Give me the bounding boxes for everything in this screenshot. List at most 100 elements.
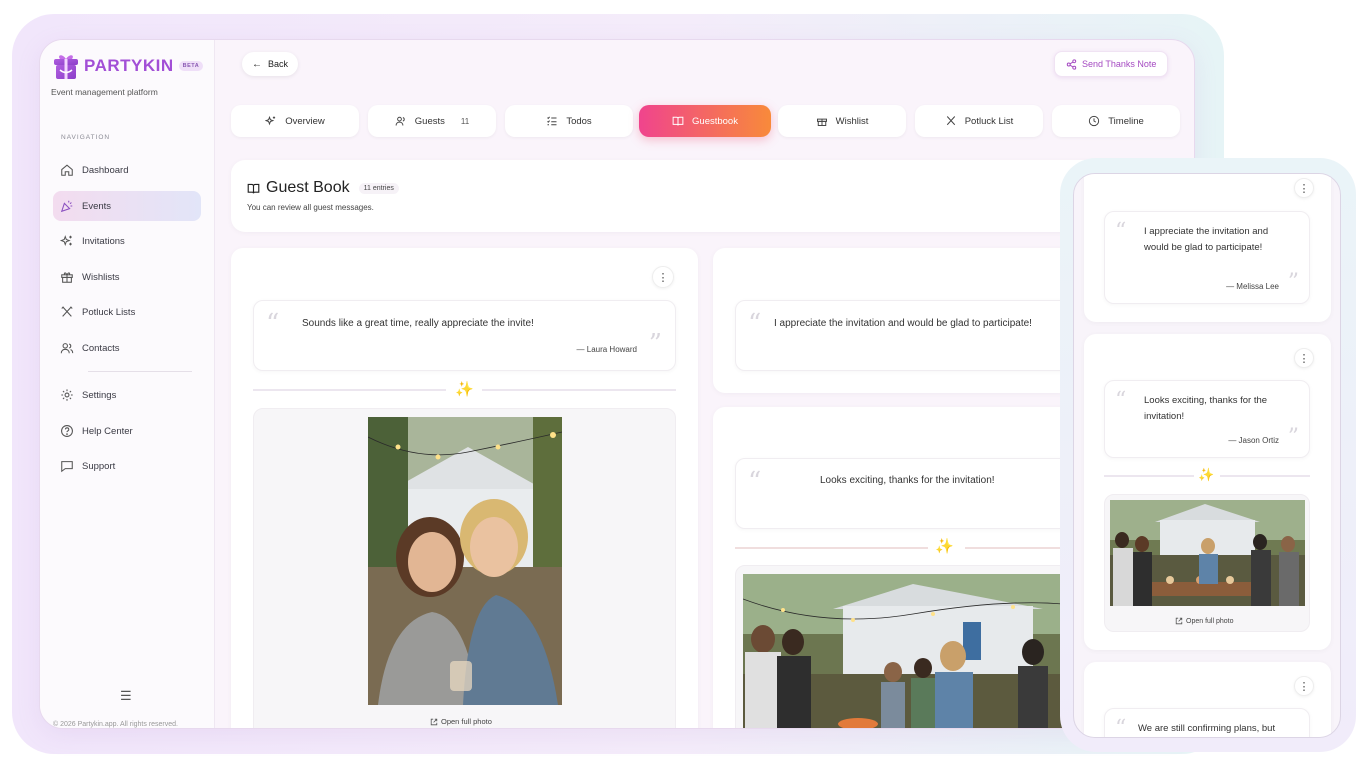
sidebar-item-label: Settings (82, 389, 117, 401)
sparkle-icon: ✨ (935, 538, 954, 555)
message-icon (61, 461, 73, 473)
send-thanks-button[interactable]: Send Thanks Note (1054, 51, 1169, 77)
mobile-entry-card: ⋮ “ Looks exciting, thanks for the invit… (1084, 334, 1331, 650)
divider (253, 389, 446, 391)
mobile-entry-card: ⋮ “ I appreciate the invitation and woul… (1084, 174, 1331, 322)
more-options-button[interactable]: ⋮ (1294, 178, 1314, 198)
quote-open-icon: “ (1115, 388, 1127, 413)
divider (965, 547, 1073, 549)
tab-label: Todos (566, 115, 592, 127)
guest-photo[interactable] (743, 574, 1063, 729)
page-title: Guest Book 11 entries (247, 179, 399, 197)
app-name: PARTYKIN (84, 56, 174, 75)
sidebar-item-label: Events (82, 200, 112, 212)
tab-potluck-list[interactable]: Potluck List (915, 105, 1043, 137)
entry-author: — Melissa Lee (1226, 282, 1279, 291)
message-quote: “ Sounds like a great time, really appre… (253, 300, 676, 371)
quote-open-icon: “ (748, 309, 762, 339)
guestbook-entry-card: ⋮ “ Sounds like a great time, really app… (231, 248, 698, 728)
guest-photo[interactable] (368, 417, 562, 705)
guestbook-title: Guest Book (266, 179, 350, 196)
more-options-button[interactable]: ⋮ (1294, 676, 1314, 696)
open-full-photo-link[interactable]: Open full photo (430, 717, 492, 726)
tab-overview[interactable]: Overview (231, 105, 359, 137)
back-label: Back (268, 59, 289, 69)
sidebar-item-dashboard[interactable]: Dashboard (53, 155, 201, 185)
share-icon (1066, 58, 1077, 70)
sparkle-icon: ✨ (455, 381, 474, 398)
sidebar-item-potluck-lists[interactable]: Potluck Lists (53, 297, 201, 327)
tab-todos[interactable]: Todos (505, 105, 633, 137)
entry-message: I appreciate the invitation and would be… (1144, 226, 1269, 253)
sidebar-item-invitations[interactable]: Invitations (53, 226, 201, 256)
tab-label: Wishlist (835, 115, 869, 127)
more-options-button[interactable]: ⋮ (1294, 348, 1314, 368)
message-quote: “ Looks exciting, thanks for the invitat… (735, 458, 1095, 529)
sidebar-item-events[interactable]: Events (53, 191, 201, 221)
users-icon (60, 343, 74, 354)
divider (1220, 475, 1310, 477)
sidebar-item-label: Wishlists (82, 271, 120, 283)
mobile-entry-card: ⋮ “ We are still confirming plans, but (1084, 662, 1331, 738)
message-quote: “ I appreciate the invitation and would … (735, 300, 1095, 371)
home-icon (61, 164, 73, 176)
guestbook-subtitle: You can review all guest messages. (247, 203, 374, 212)
tab-label: Guests (414, 115, 445, 127)
tab-guests[interactable]: Guests 11 (368, 105, 496, 137)
guest-photo[interactable] (1110, 500, 1305, 606)
entry-author: — Jason Ortiz (1228, 436, 1279, 445)
message-quote: “ Looks exciting, thanks for the invitat… (1104, 380, 1310, 458)
entry-message: We are still confirming plans, but (1138, 723, 1276, 734)
sparkles-icon (265, 115, 276, 126)
sidebar-item-contacts[interactable]: Contacts (53, 333, 201, 363)
open-full-photo-link[interactable]: Open full photo (1175, 617, 1233, 625)
quote-open-icon: “ (748, 467, 762, 497)
photo-frame: Open full photo (253, 408, 676, 728)
sidebar-item-wishlists[interactable]: Wishlists (53, 262, 201, 292)
quote-open-icon: “ (266, 309, 280, 339)
quote-close-icon: ” (648, 329, 662, 359)
gift-icon (61, 272, 73, 283)
external-link-icon (1175, 617, 1183, 625)
nav-section-title: NAVIGATION (61, 134, 111, 141)
beta-badge: BETA (178, 61, 204, 71)
guestbook-entry-card: “ Looks exciting, thanks for the invitat… (713, 407, 1095, 728)
mobile-device: ⋮ “ I appreciate the invitation and woul… (1060, 158, 1356, 752)
back-button[interactable]: ← Back (242, 52, 299, 76)
sidebar-item-label: Dashboard (82, 164, 129, 176)
logo[interactable]: PARTYKIN BETA (53, 52, 204, 80)
photo-frame (735, 565, 1095, 729)
hamburger-icon[interactable]: ☰ (120, 688, 132, 704)
tab-guestbook[interactable]: Guestbook (639, 105, 771, 137)
sidebar-item-support[interactable]: Support (53, 451, 201, 481)
arrow-left-icon: ← (252, 58, 262, 70)
more-options-button[interactable]: ⋮ (652, 266, 674, 288)
utensils-icon (61, 306, 73, 317)
sidebar-item-label: Contacts (82, 342, 120, 354)
tab-wishlist[interactable]: Wishlist (778, 105, 906, 137)
tab-label: Overview (285, 115, 325, 127)
utensils-icon (946, 116, 955, 126)
party-popper-icon (60, 200, 73, 213)
message-quote: “ I appreciate the invitation and would … (1104, 211, 1310, 304)
entry-message: Looks exciting, thanks for the invitatio… (820, 475, 995, 486)
quote-open-icon: “ (1115, 219, 1127, 244)
sidebar-item-settings[interactable]: Settings (53, 380, 201, 410)
divider (482, 389, 676, 391)
tab-label: Potluck List (964, 115, 1014, 127)
help-circle-icon (61, 425, 73, 437)
entry-message: Sounds like a great time, really appreci… (302, 318, 534, 329)
sidebar-item-help-center[interactable]: Help Center (53, 416, 201, 446)
tab-timeline[interactable]: Timeline (1052, 105, 1180, 137)
book-open-icon (672, 116, 684, 126)
book-open-icon (247, 183, 260, 193)
sparkles-icon (60, 235, 72, 247)
sidebar: PARTYKIN BETA Event management platform … (40, 40, 215, 728)
tab-label: Timeline (1108, 115, 1144, 127)
external-link-icon (430, 718, 438, 725)
quote-open-icon: “ (1115, 716, 1127, 738)
clock-icon (1089, 115, 1100, 127)
photo-frame: Open full photo (1104, 494, 1310, 632)
sidebar-item-label: Support (82, 460, 116, 472)
users-icon (395, 116, 405, 126)
